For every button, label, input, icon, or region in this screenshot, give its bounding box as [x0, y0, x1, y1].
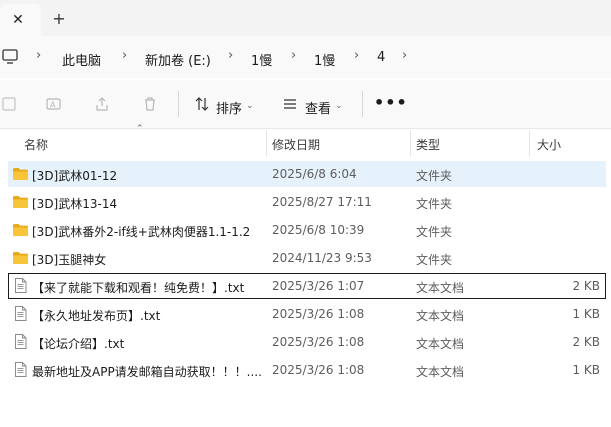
sort-ascending-icon: ⌃	[136, 124, 144, 134]
toolbar-divider	[362, 91, 363, 117]
file-name: [3D]武林13-14	[32, 197, 118, 211]
toolbar-divider	[178, 91, 179, 117]
folder-icon	[12, 166, 29, 181]
file-row[interactable]: 最新地址及APP请发邮箱自动获取！！！.... 2025/3/26 1:08 文本文…	[8, 357, 606, 383]
file-modified-date: 2025/3/26 1:08	[272, 307, 365, 321]
folder-row[interactable]: [3D]武林番外2-if线+武林肉便器1.1-1.2 2025/6/8 10:39…	[8, 217, 606, 243]
file-row[interactable]: 【永久地址发布页】.txt 2025/3/26 1:08 文本文档 1 KB	[8, 301, 606, 327]
file-name: [3D]武林01-12	[32, 169, 118, 183]
column-divider[interactable]	[266, 130, 267, 156]
file-type: 文件夹	[416, 197, 453, 211]
breadcrumb-folder-3[interactable]: 4	[377, 50, 385, 65]
file-row[interactable]: 【论坛介绍】.txt 2025/3/26 1:08 文本文档 2 KB	[8, 329, 606, 355]
view-button[interactable]: 查看	[305, 98, 331, 117]
folder-row[interactable]: [3D]武林13-14 2025/8/27 17:11 文件夹	[8, 189, 606, 215]
file-size: 1 KB	[572, 363, 600, 377]
text-file-icon	[12, 278, 29, 293]
file-name: [3D]玉腿神女	[32, 253, 107, 267]
file-type: 文件夹	[416, 253, 453, 267]
delete-icon[interactable]	[140, 94, 160, 114]
file-modified-date: 2025/6/8 6:04	[272, 167, 357, 181]
file-type: 文本文档	[416, 281, 465, 295]
close-tab-icon[interactable]: ✕	[8, 10, 28, 30]
column-header-name[interactable]: 名称	[24, 136, 48, 153]
text-file-icon	[12, 362, 29, 377]
column-header-type[interactable]: 类型	[416, 136, 440, 153]
folder-icon	[12, 222, 29, 237]
file-type: 文本文档	[416, 309, 465, 323]
file-type: 文本文档	[416, 365, 465, 379]
file-type: 文件夹	[416, 169, 453, 183]
chevron-right-icon[interactable]: ›	[354, 48, 359, 63]
file-modified-date: 2025/3/26 1:07	[272, 279, 365, 293]
svg-text:A: A	[50, 101, 56, 110]
column-header-date[interactable]: 修改日期	[272, 136, 320, 153]
file-type: 文件夹	[416, 225, 453, 239]
breadcrumb-drive[interactable]: 新加卷 (E:)	[145, 50, 211, 69]
share-icon[interactable]	[92, 94, 112, 114]
sort-icon[interactable]	[192, 94, 212, 114]
folder-icon	[12, 194, 29, 209]
column-divider[interactable]	[410, 130, 411, 156]
more-options-button[interactable]: •••	[374, 93, 408, 112]
file-size: 2 KB	[572, 335, 600, 349]
file-size: 1 KB	[572, 307, 600, 321]
file-name: 【永久地址发布页】.txt	[32, 309, 161, 323]
file-name: [3D]武林番外2-if线+武林肉便器1.1-1.2	[32, 225, 251, 239]
file-name: 【论坛介绍】.txt	[32, 337, 125, 351]
file-modified-date: 2025/6/8 10:39	[272, 223, 365, 237]
rename-icon[interactable]: A	[44, 94, 64, 114]
file-name: 最新地址及APP请发邮箱自动获取！！！....	[32, 365, 262, 379]
chevron-right-icon[interactable]: ›	[228, 48, 233, 63]
file-modified-date: 2024/11/23 9:53	[272, 251, 372, 265]
file-modified-date: 2025/3/26 1:08	[272, 363, 365, 377]
file-type: 文本文档	[416, 337, 465, 351]
file-modified-date: 2025/3/26 1:08	[272, 335, 365, 349]
file-modified-date: 2025/8/27 17:11	[272, 195, 372, 209]
folder-row[interactable]: [3D]玉腿神女 2024/11/23 9:53 文件夹	[8, 245, 606, 271]
sort-button[interactable]: 排序	[216, 98, 242, 117]
new-item-icon[interactable]	[0, 94, 20, 114]
chevron-down-icon[interactable]: ⌄	[335, 101, 343, 111]
tab-strip: ✕ +	[0, 0, 611, 36]
text-file-icon	[12, 334, 29, 349]
breadcrumb-folder-1[interactable]: 1慢	[251, 50, 272, 69]
this-pc-icon[interactable]	[2, 48, 18, 66]
file-size: 2 KB	[572, 279, 600, 293]
chevron-right-icon[interactable]: ›	[402, 48, 407, 63]
chevron-right-icon[interactable]: ›	[36, 48, 41, 63]
current-tab[interactable]: ✕	[0, 4, 41, 36]
folder-row[interactable]: [3D]武林01-12 2025/6/8 6:04 文件夹	[8, 161, 606, 187]
view-icon[interactable]	[280, 94, 300, 114]
breadcrumb-folder-2[interactable]: 1慢	[314, 50, 335, 69]
text-file-icon	[12, 306, 29, 321]
column-divider[interactable]	[529, 130, 530, 156]
chevron-right-icon[interactable]: ›	[122, 48, 127, 63]
file-name: 【来了就能下载和观看！纯免费！】.txt	[32, 281, 245, 295]
new-tab-button[interactable]: +	[48, 7, 70, 29]
chevron-right-icon[interactable]: ›	[291, 48, 296, 63]
column-header-size[interactable]: 大小	[537, 136, 561, 153]
folder-icon	[12, 250, 29, 265]
breadcrumb-this-pc[interactable]: 此电脑	[62, 50, 101, 69]
file-row[interactable]: 【来了就能下载和观看！纯免费！】.txt 2025/3/26 1:07 文本文档 2 …	[8, 273, 606, 299]
chevron-down-icon[interactable]: ⌄	[246, 101, 254, 111]
